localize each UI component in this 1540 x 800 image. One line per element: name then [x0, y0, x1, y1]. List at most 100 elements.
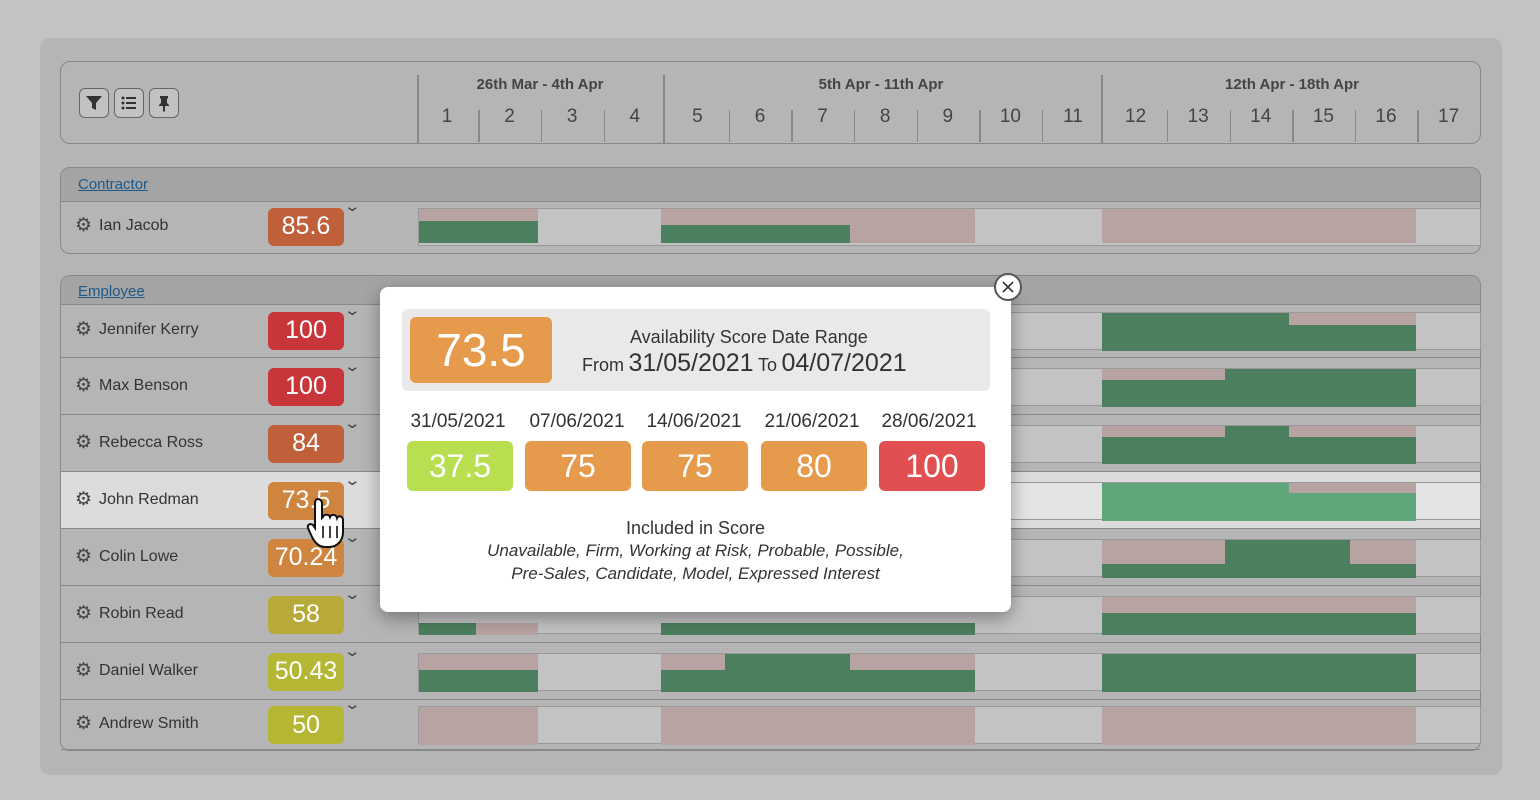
score-badge[interactable]: 85.6 — [268, 207, 344, 246]
resource-name: Andrew Smith — [99, 715, 199, 732]
gear-icon[interactable]: ⚙ — [75, 431, 92, 454]
availability-segment — [1289, 482, 1416, 493]
filter-button[interactable] — [79, 88, 109, 118]
day-tick — [791, 110, 793, 142]
day-tick — [1417, 110, 1419, 142]
chevron-down-icon[interactable]: ⌄ — [343, 585, 361, 603]
week-score-badge: 75 — [642, 441, 748, 491]
chevron-down-icon[interactable]: ⌄ — [343, 695, 361, 713]
score-badge[interactable]: 84 — [268, 424, 344, 463]
filter-icon — [86, 96, 102, 110]
score-badge[interactable]: 50.43 — [268, 652, 344, 691]
gear-icon[interactable]: ⚙ — [75, 545, 92, 568]
availability-segment — [1102, 425, 1225, 437]
day-number: 10 — [999, 106, 1021, 127]
close-icon — [1002, 281, 1014, 293]
availability-track[interactable] — [418, 207, 1481, 246]
range-label-3: 12th Apr - 18th Apr — [1225, 76, 1359, 93]
resource-name: Rebecca Ross — [99, 433, 204, 451]
resource-name: Jennifer Kerry — [99, 320, 199, 338]
gear-icon[interactable]: ⚙ — [75, 488, 92, 511]
included-title: Included in Score — [625, 518, 766, 538]
week-score-badge: 100 — [879, 441, 985, 491]
availability-segment — [1102, 539, 1225, 564]
day-number: 14 — [1250, 106, 1272, 127]
resource-name: Max Benson — [99, 376, 188, 394]
availability-segment — [1102, 596, 1416, 613]
close-popup-button[interactable] — [994, 273, 1022, 301]
availability-segment — [419, 653, 538, 670]
availability-segment — [476, 622, 538, 635]
main-score-badge: 73.5 — [410, 317, 552, 383]
gear-icon[interactable]: ⚙ — [75, 659, 92, 682]
score-badge[interactable]: 100 — [268, 367, 344, 406]
from-date: 31/05/2021 — [628, 349, 754, 377]
employee-group-title[interactable]: Employee — [78, 283, 145, 300]
popup-title: Availability Score Date Range — [630, 327, 868, 347]
gear-icon[interactable]: ⚙ — [75, 318, 92, 341]
day-tick — [603, 110, 605, 142]
day-tick — [1229, 110, 1231, 142]
day-tick — [979, 110, 981, 142]
included-list-line-1: Unavailable, Firm, Working at Risk, Prob… — [487, 541, 904, 560]
resource-name: Daniel Walker — [99, 661, 198, 679]
week-score-badge: 75 — [525, 441, 631, 491]
chevron-down-icon[interactable]: ⌄ — [343, 357, 361, 375]
resource-name: John Redman — [99, 490, 199, 508]
availability-segment — [1350, 539, 1416, 564]
gear-icon[interactable]: ⚙ — [75, 374, 92, 397]
day-number: 6 — [754, 106, 766, 127]
resource-name: Colin Lowe — [99, 547, 179, 565]
contractor-group-bar — [61, 168, 1480, 202]
day-tick — [1354, 110, 1357, 142]
week-date: 07/06/2021 — [529, 411, 625, 432]
chevron-down-icon[interactable]: ⌄ — [343, 642, 361, 660]
gear-icon[interactable]: ⚙ — [75, 602, 92, 625]
popup-header: 73.5 Availability Score Date Range From … — [402, 309, 990, 391]
day-number: 8 — [879, 106, 891, 127]
availability-segment — [419, 707, 538, 745]
chevron-down-icon[interactable]: ⌄ — [343, 471, 361, 489]
pin-button[interactable] — [149, 88, 179, 118]
day-tick — [1292, 110, 1294, 142]
score-badge[interactable]: 50 — [268, 706, 344, 744]
from-label: From — [582, 355, 624, 375]
day-number: 2 — [504, 106, 515, 127]
day-number: 13 — [1187, 106, 1209, 127]
day-tick — [728, 110, 731, 142]
contractor-group-title[interactable]: Contractor — [78, 176, 148, 193]
list-button[interactable] — [114, 88, 144, 118]
range-label-2: 5th Apr - 11th Apr — [818, 76, 944, 93]
week-date: 31/05/2021 — [410, 411, 506, 432]
day-number: 15 — [1312, 106, 1334, 127]
score-badge[interactable]: 58 — [268, 595, 344, 634]
day-number: 16 — [1375, 106, 1397, 127]
hand-cursor-icon — [306, 497, 344, 548]
resource-name: Ian Jacob — [99, 216, 169, 234]
availability-segment — [1289, 312, 1416, 325]
week-date: 21/06/2021 — [764, 411, 860, 432]
popup-date-range: From 31/05/2021 To 04/07/2021 — [582, 349, 907, 378]
availability-segment — [1102, 368, 1225, 380]
week-date: 14/06/2021 — [646, 411, 742, 432]
day-number: 17 — [1438, 106, 1460, 127]
availability-track[interactable] — [418, 706, 1481, 745]
day-number: 4 — [629, 106, 641, 127]
availability-track[interactable] — [418, 652, 1481, 692]
day-number: 11 — [1063, 106, 1083, 127]
day-tick — [1166, 110, 1169, 142]
chevron-down-icon[interactable]: ⌄ — [343, 301, 361, 319]
timeline-header — [60, 61, 1481, 144]
day-tick — [540, 110, 543, 142]
availability-segment — [850, 653, 975, 670]
score-badge[interactable]: 100 — [268, 311, 344, 350]
day-number: 12 — [1125, 106, 1147, 127]
chevron-down-icon[interactable]: ⌄ — [343, 197, 361, 215]
gear-icon[interactable]: ⚙ — [75, 214, 92, 237]
availability-segment — [419, 220, 538, 243]
day-tick — [916, 110, 918, 142]
resource-name: Robin Read — [99, 604, 184, 622]
chevron-down-icon[interactable]: ⌄ — [343, 414, 361, 432]
day-number: 9 — [942, 106, 954, 127]
gear-icon[interactable]: ⚙ — [75, 712, 92, 735]
